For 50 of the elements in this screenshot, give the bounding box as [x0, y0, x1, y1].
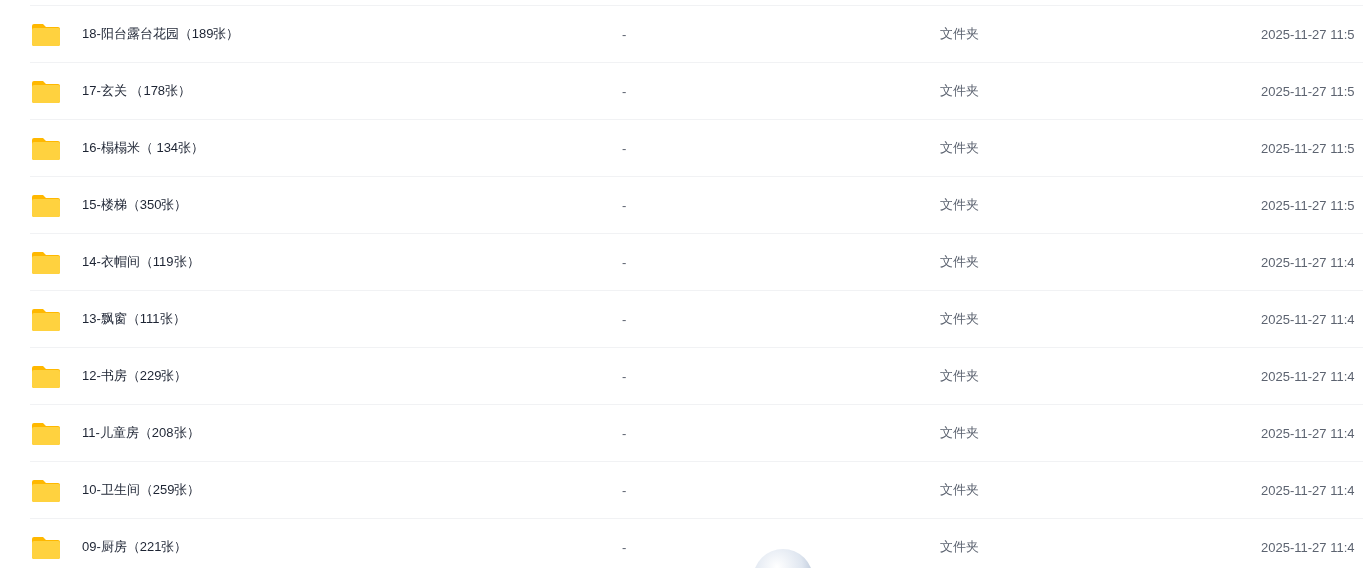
type-cell-text: 文件夹 — [940, 253, 980, 271]
folder-name[interactable]: 14-衣帽间（119张） — [82, 253, 622, 271]
folder-icon — [32, 307, 60, 331]
date-cell-text: 2025-11-27 11:4 — [1261, 311, 1356, 327]
folder-icon — [32, 250, 60, 274]
size-cell-text: - — [622, 539, 628, 555]
size-cell-text: - — [622, 368, 628, 384]
folder-name[interactable]: 16-榻榻米（ 134张） — [82, 139, 622, 157]
folder-icon — [32, 136, 60, 160]
folder-name[interactable]: 09-厨房（221张） — [82, 538, 622, 556]
date-cell-text: 2025-11-27 11:4 — [1261, 254, 1356, 270]
folder-name[interactable]: 12-书房（229张） — [82, 367, 622, 385]
folder-name[interactable]: 10-卫生间（259张） — [82, 481, 622, 499]
date-cell-text: 2025-11-27 11:4 — [1261, 482, 1356, 498]
folder-icon — [32, 79, 60, 103]
size-cell-text: - — [622, 482, 628, 498]
type-cell-text: 文件夹 — [940, 25, 980, 43]
folder-name[interactable]: 18-阳台露台花园（189张） — [82, 25, 622, 43]
date-cell-text: 2025-11-27 11:4 — [1261, 425, 1356, 441]
folder-name[interactable]: 13-飘窗（111张） — [82, 310, 622, 328]
type-cell-text: 文件夹 — [940, 196, 980, 214]
type-cell-text: 文件夹 — [940, 82, 980, 100]
type-cell-text: 文件夹 — [940, 424, 980, 442]
date-cell-text: 2025-11-27 11:4 — [1261, 368, 1356, 384]
folder-name[interactable]: 15-楼梯（350张） — [82, 196, 622, 214]
date-cell-text: 2025-11-27 11:4 — [1261, 539, 1356, 555]
folder-icon — [32, 535, 60, 559]
size-cell-text: - — [622, 83, 628, 99]
size-cell-text: - — [622, 140, 628, 156]
size-cell-text: - — [622, 254, 628, 270]
folder-name[interactable]: 11-儿童房（208张） — [82, 424, 622, 442]
type-cell-text: 文件夹 — [940, 310, 980, 328]
type-cell-text: 文件夹 — [940, 538, 980, 556]
folder-icon — [32, 364, 60, 388]
date-cell-text: 2025-11-27 11:5 — [1261, 26, 1356, 42]
folder-icon — [32, 193, 60, 217]
type-cell-text: 文件夹 — [940, 367, 980, 385]
size-cell-text: - — [622, 197, 628, 213]
folder-icon — [32, 421, 60, 445]
folder-icon — [32, 22, 60, 46]
size-cell-text: - — [622, 311, 628, 327]
type-cell-text: 文件夹 — [940, 481, 980, 499]
type-cell-text: 文件夹 — [940, 139, 980, 157]
size-cell-text: - — [622, 425, 628, 441]
size-cell-text: - — [622, 26, 628, 42]
folder-icon — [32, 478, 60, 502]
folder-name[interactable]: 17-玄关 （178张） — [82, 82, 622, 100]
date-cell-text: 2025-11-27 11:5 — [1261, 140, 1356, 156]
date-cell-text: 2025-11-27 11:5 — [1261, 197, 1356, 213]
date-cell-text: 2025-11-27 11:5 — [1261, 83, 1356, 99]
